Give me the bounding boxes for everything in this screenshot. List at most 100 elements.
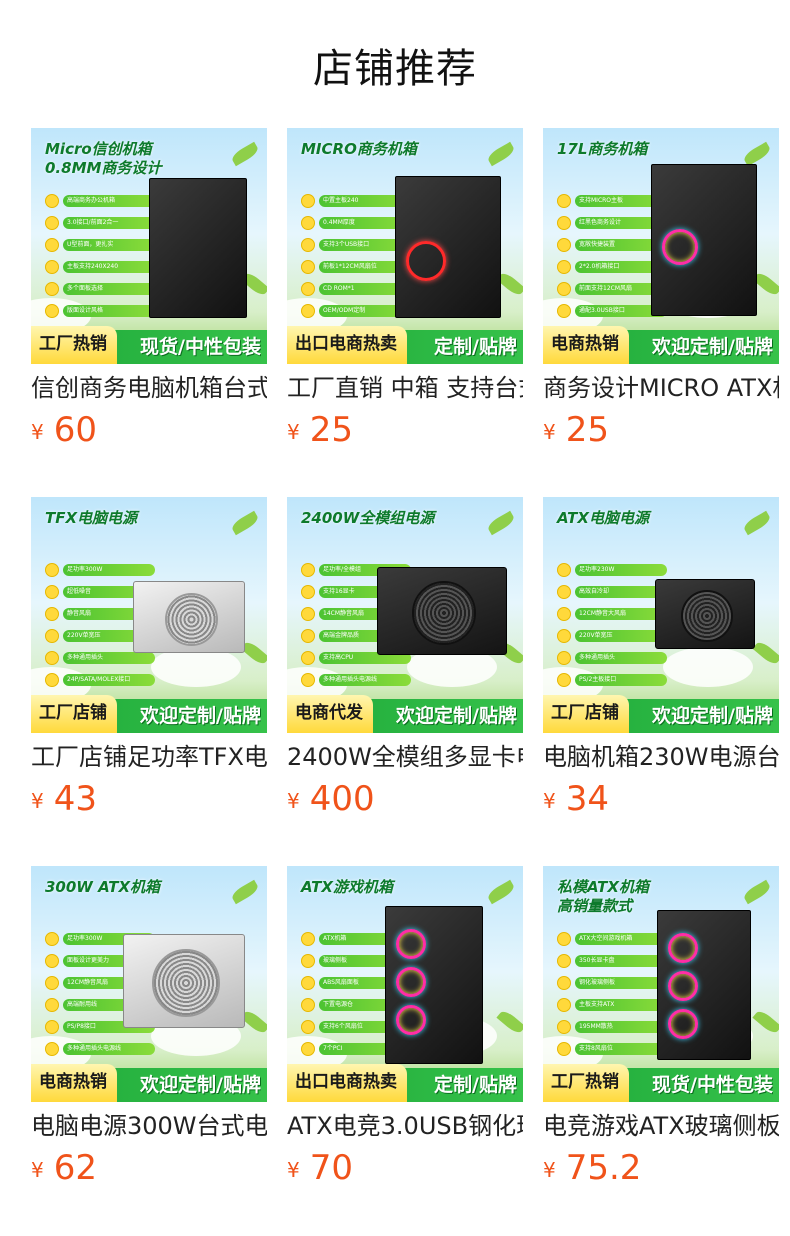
promo-text: 欢迎定制/贴牌 [652, 705, 773, 727]
product-name[interactable]: 工厂直销 中箱 支持台式 [287, 370, 523, 406]
feature-item: 多种通用插头 [45, 651, 155, 665]
check-icon [557, 238, 571, 252]
check-icon [45, 260, 59, 274]
leaf-decor [485, 141, 517, 167]
product-card[interactable]: 2400W全模组电源 足功率/全模组 支持16显卡 14CM静音风扇 高端金牌品… [287, 497, 523, 821]
check-icon [557, 932, 571, 946]
product-thumbnail[interactable]: Micro信创机箱 0.8MM商务设计 高端商务办公机箱 3.0接口/前面2合一… [31, 128, 267, 364]
price-value: 75.2 [565, 1148, 642, 1188]
product-card[interactable]: ATX电脑电源 足功率230W 高效自冷却 12CM静音大风扇 220V单宽压 … [543, 497, 779, 821]
product-name[interactable]: 信创商务电脑机箱台式 [31, 370, 267, 406]
check-icon [301, 651, 315, 665]
product-card[interactable]: MICRO商务机箱 中置主板240 0.4MM厚度 支持3个USB接口 前板1*… [287, 128, 523, 452]
product-headline: MICRO商务机箱 [301, 140, 417, 158]
check-icon [301, 954, 315, 968]
product-name[interactable]: 电脑机箱230W电源台式 [543, 739, 779, 775]
check-icon [557, 976, 571, 990]
cloud-decor [663, 647, 753, 687]
product-card[interactable]: TFX电脑电源 足功率300W 超低噪音 静音风扇 220V单宽压 多种通用插头… [31, 497, 267, 821]
promo-badge: 工厂热销 [31, 326, 117, 364]
leaf-decor [229, 510, 261, 536]
check-icon [557, 563, 571, 577]
price-value: 70 [309, 1148, 353, 1188]
currency-symbol: ¥ [31, 1158, 44, 1182]
power-supply-image [133, 581, 245, 653]
promo-badge: 工厂热销 [543, 1064, 629, 1102]
check-icon [301, 932, 315, 946]
page-title: 店铺推荐 [313, 46, 477, 92]
product-card[interactable]: 私模ATX机箱 高销量款式 ATX大空间游戏机箱 350长显卡盘 钢化玻璃侧板 … [543, 866, 779, 1190]
feature-label: 195MM散热 [575, 1021, 667, 1033]
price-value: 400 [309, 779, 375, 819]
check-icon [557, 260, 571, 274]
currency-symbol: ¥ [31, 420, 44, 444]
feature-list: 足功率230W 高效自冷却 12CM静音大风扇 220V单宽压 多种通用插头 P… [557, 563, 667, 695]
product-thumbnail[interactable]: 300W ATX机箱 足功率300W 面板设计更美力 12CM静音风扇 高端耐用… [31, 866, 267, 1102]
feature-item: 多种通用插头电源线 [45, 1042, 155, 1056]
product-thumbnail[interactable]: ATX电脑电源 足功率230W 高效自冷却 12CM静音大风扇 220V单宽压 … [543, 497, 779, 733]
product-thumbnail[interactable]: 私模ATX机箱 高销量款式 ATX大空间游戏机箱 350长显卡盘 钢化玻璃侧板 … [543, 866, 779, 1102]
product-name[interactable]: 商务设计MICRO ATX机箱 [543, 370, 779, 406]
feature-item: PS/2主板接口 [557, 673, 667, 687]
check-icon [301, 607, 315, 621]
feature-item: 多种通用插头电源线 [301, 673, 411, 687]
feature-item: 多个面板选择 [45, 282, 155, 296]
check-icon [45, 629, 59, 643]
feature-label: 主板支持ATX [575, 999, 667, 1011]
promo-badge: 出口电商热卖 [287, 326, 407, 364]
check-icon [557, 607, 571, 621]
product-thumbnail[interactable]: 17L商务机箱 支持MICRO主板 红黑色商务设计 宽敞快捷装置 2*2.0机箱… [543, 128, 779, 364]
product-price: ¥25 [287, 410, 523, 452]
check-icon [557, 304, 571, 318]
product-card[interactable]: ATX游戏机箱 ATX机箱 玻璃侧板 ABS风扇面板 下置电源仓 支持6个风扇位… [287, 866, 523, 1190]
check-icon [45, 954, 59, 968]
product-headline: 17L商务机箱 [557, 140, 648, 158]
promo-text: 欢迎定制/贴牌 [140, 705, 261, 727]
product-price: ¥75.2 [543, 1148, 779, 1190]
currency-symbol: ¥ [543, 1158, 556, 1182]
product-thumbnail[interactable]: MICRO商务机箱 中置主板240 0.4MM厚度 支持3个USB接口 前板1*… [287, 128, 523, 364]
promo-badge: 工厂店铺 [31, 695, 117, 733]
product-card[interactable]: 300W ATX机箱 足功率300W 面板设计更美力 12CM静音风扇 高端耐用… [31, 866, 267, 1190]
product-name[interactable]: 2400W全模组多显卡电源 [287, 739, 523, 775]
promo-text: 定制/贴牌 [434, 336, 517, 358]
check-icon [301, 216, 315, 230]
pc-case-image [395, 176, 501, 318]
check-icon [557, 998, 571, 1012]
feature-label: 3.0接口/前面2合一 [63, 217, 155, 229]
product-card[interactable]: Micro信创机箱 0.8MM商务设计 高端商务办公机箱 3.0接口/前面2合一… [31, 128, 267, 452]
feature-label: PS/2主板接口 [575, 674, 667, 686]
product-price: ¥25 [543, 410, 779, 452]
product-name[interactable]: ATX电竞3.0USB钢化玻璃 [287, 1108, 523, 1144]
product-card[interactable]: 17L商务机箱 支持MICRO主板 红黑色商务设计 宽敞快捷装置 2*2.0机箱… [543, 128, 779, 452]
promo-text: 欢迎定制/贴牌 [140, 1074, 261, 1096]
promo-badge: 电商代发 [287, 695, 373, 733]
promo-text: 定制/贴牌 [434, 1074, 517, 1096]
promo-badge: 电商热销 [31, 1064, 117, 1102]
cloud-decor [151, 647, 241, 687]
check-icon [301, 282, 315, 296]
check-icon [45, 607, 59, 621]
product-name[interactable]: 电脑电源300W台式电源 [31, 1108, 267, 1144]
promo-badge: 电商热销 [543, 326, 629, 364]
promo-badge: 出口电商热卖 [287, 1064, 407, 1102]
feature-item: 高端商务办公机箱 [45, 194, 155, 208]
product-name[interactable]: 电竞游戏ATX玻璃侧板机箱 [543, 1108, 779, 1144]
check-icon [45, 1020, 59, 1034]
product-headline: Micro信创机箱 0.8MM商务设计 [45, 140, 162, 177]
check-icon [301, 260, 315, 274]
check-icon [557, 216, 571, 230]
feature-label: 高效自冷却 [575, 586, 667, 598]
check-icon [301, 998, 315, 1012]
check-icon [45, 585, 59, 599]
feature-label: U型前面，更扎实 [63, 239, 155, 251]
product-thumbnail[interactable]: TFX电脑电源 足功率300W 超低噪音 静音风扇 220V单宽压 多种通用插头… [31, 497, 267, 733]
feature-item: 220V单宽压 [557, 629, 667, 643]
check-icon [45, 932, 59, 946]
product-price: ¥70 [287, 1148, 523, 1190]
product-thumbnail[interactable]: ATX游戏机箱 ATX机箱 玻璃侧板 ABS风扇面板 下置电源仓 支持6个风扇位… [287, 866, 523, 1102]
check-icon [557, 651, 571, 665]
feature-label: 版面设计风格 [63, 305, 155, 317]
product-thumbnail[interactable]: 2400W全模组电源 足功率/全模组 支持16显卡 14CM静音风扇 高端金牌品… [287, 497, 523, 733]
product-name[interactable]: 工厂店铺足功率TFX电源 [31, 739, 267, 775]
